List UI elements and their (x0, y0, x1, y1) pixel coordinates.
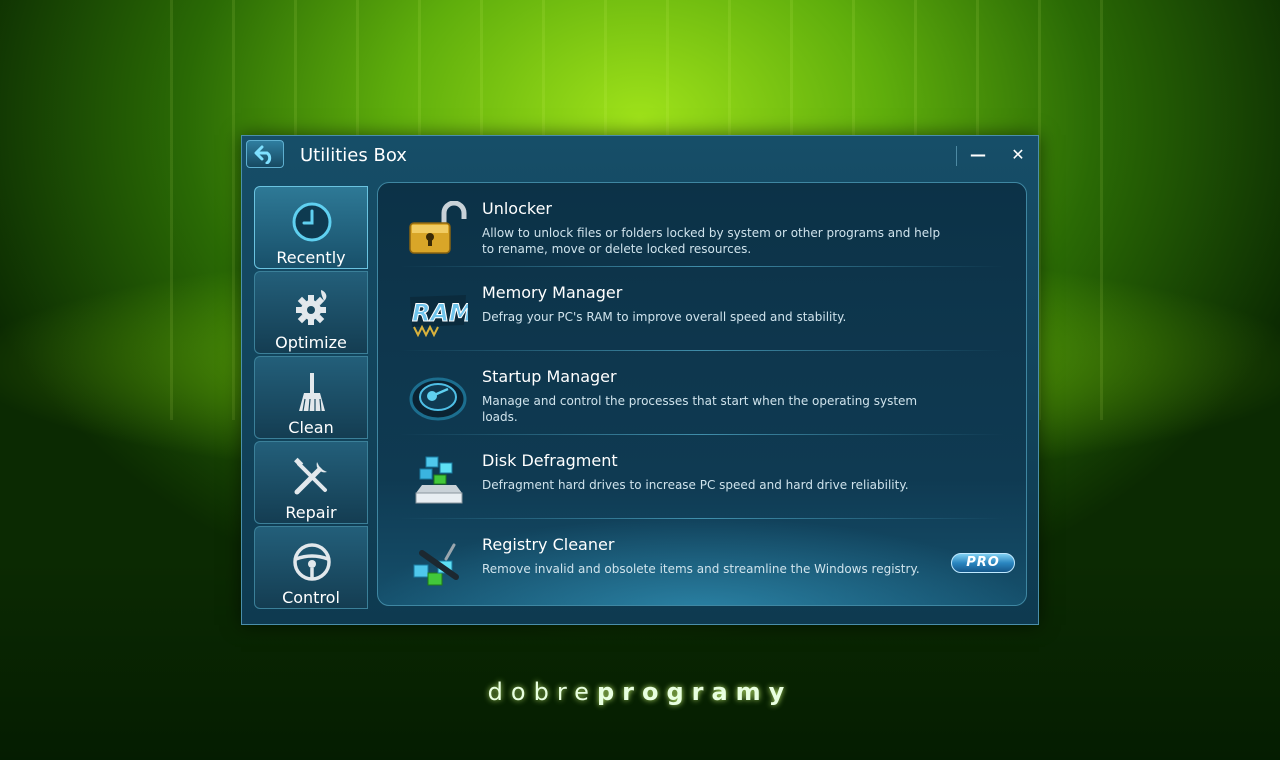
watermark-part2: programy (596, 678, 793, 706)
tool-description: Remove invalid and obsolete items and st… (482, 562, 920, 576)
sidebar-item-label: Clean (288, 418, 334, 437)
tool-row-registry-cleaner[interactable]: Registry Cleaner Remove invalid and obso… (378, 519, 1026, 603)
padlock-icon (409, 201, 467, 254)
gear-icon (296, 290, 327, 325)
tool-description: Manage and control the processes that st… (482, 394, 918, 424)
titlebar-separator (956, 146, 957, 166)
back-button[interactable] (246, 140, 284, 168)
tool-description: Defrag your PC's RAM to improve overall … (482, 310, 847, 324)
tool-row-memory-manager[interactable]: RAM Memory Manager Defrag your PC's RAM … (378, 267, 1026, 351)
close-button[interactable]: ✕ (1004, 141, 1032, 169)
watermark-part1: dobre (487, 678, 597, 706)
sidebar-item-label: Control (282, 588, 340, 607)
tool-description: Allow to unlock files or folders locked … (482, 226, 941, 256)
tool-title: Registry Cleaner (482, 535, 615, 554)
sidebar-item-label: Recently (276, 248, 346, 267)
sidebar-item-repair[interactable]: Repair (254, 441, 368, 524)
broom-icon (299, 373, 325, 412)
clock-icon (292, 202, 332, 242)
tool-title: Disk Defragment (482, 451, 618, 470)
tools-list-panel: Unlocker Allow to unlock files or folder… (377, 182, 1027, 606)
title-bar: Utilities Box — ✕ (242, 136, 1038, 174)
tool-title: Unlocker (482, 199, 552, 218)
ram-icon: RAM (410, 295, 468, 338)
minimize-button[interactable]: — (964, 141, 992, 169)
startup-gauge-icon (409, 377, 467, 421)
tool-description: Defragment hard drives to increase PC sp… (482, 478, 909, 492)
tool-row-unlocker[interactable]: Unlocker Allow to unlock files or folder… (378, 183, 1026, 267)
sidebar-item-control[interactable]: Control (254, 526, 368, 609)
tool-title: Memory Manager (482, 283, 623, 302)
registry-cleaner-icon (413, 543, 459, 586)
tool-title: Startup Manager (482, 367, 617, 386)
sidebar-item-label: Repair (285, 503, 337, 522)
disk-defrag-icon (415, 456, 463, 504)
window-title: Utilities Box (300, 145, 407, 166)
svg-text:RAM: RAM (412, 299, 468, 327)
wrench-screwdriver-icon (294, 457, 327, 495)
back-arrow-icon (254, 145, 272, 164)
sidebar-item-optimize[interactable]: Optimize (254, 271, 368, 354)
dobreprogramy-watermark: dobreprogramy (0, 678, 1280, 706)
sidebar-item-clean[interactable]: Clean (254, 356, 368, 439)
sidebar-item-label: Optimize (275, 333, 347, 352)
steering-wheel-icon (293, 543, 331, 581)
pro-badge: PRO (951, 553, 1015, 573)
sidebar-item-recently[interactable]: Recently (254, 186, 368, 269)
tool-row-disk-defragment[interactable]: Disk Defragment Defragment hard drives t… (378, 435, 1026, 519)
utilities-box-window: Utilities Box — ✕ Recently Optimize Clea… (241, 135, 1039, 625)
category-sidebar: Recently Optimize Clean Repair Control (254, 186, 368, 610)
tool-row-startup-manager[interactable]: Startup Manager Manage and control the p… (378, 351, 1026, 435)
